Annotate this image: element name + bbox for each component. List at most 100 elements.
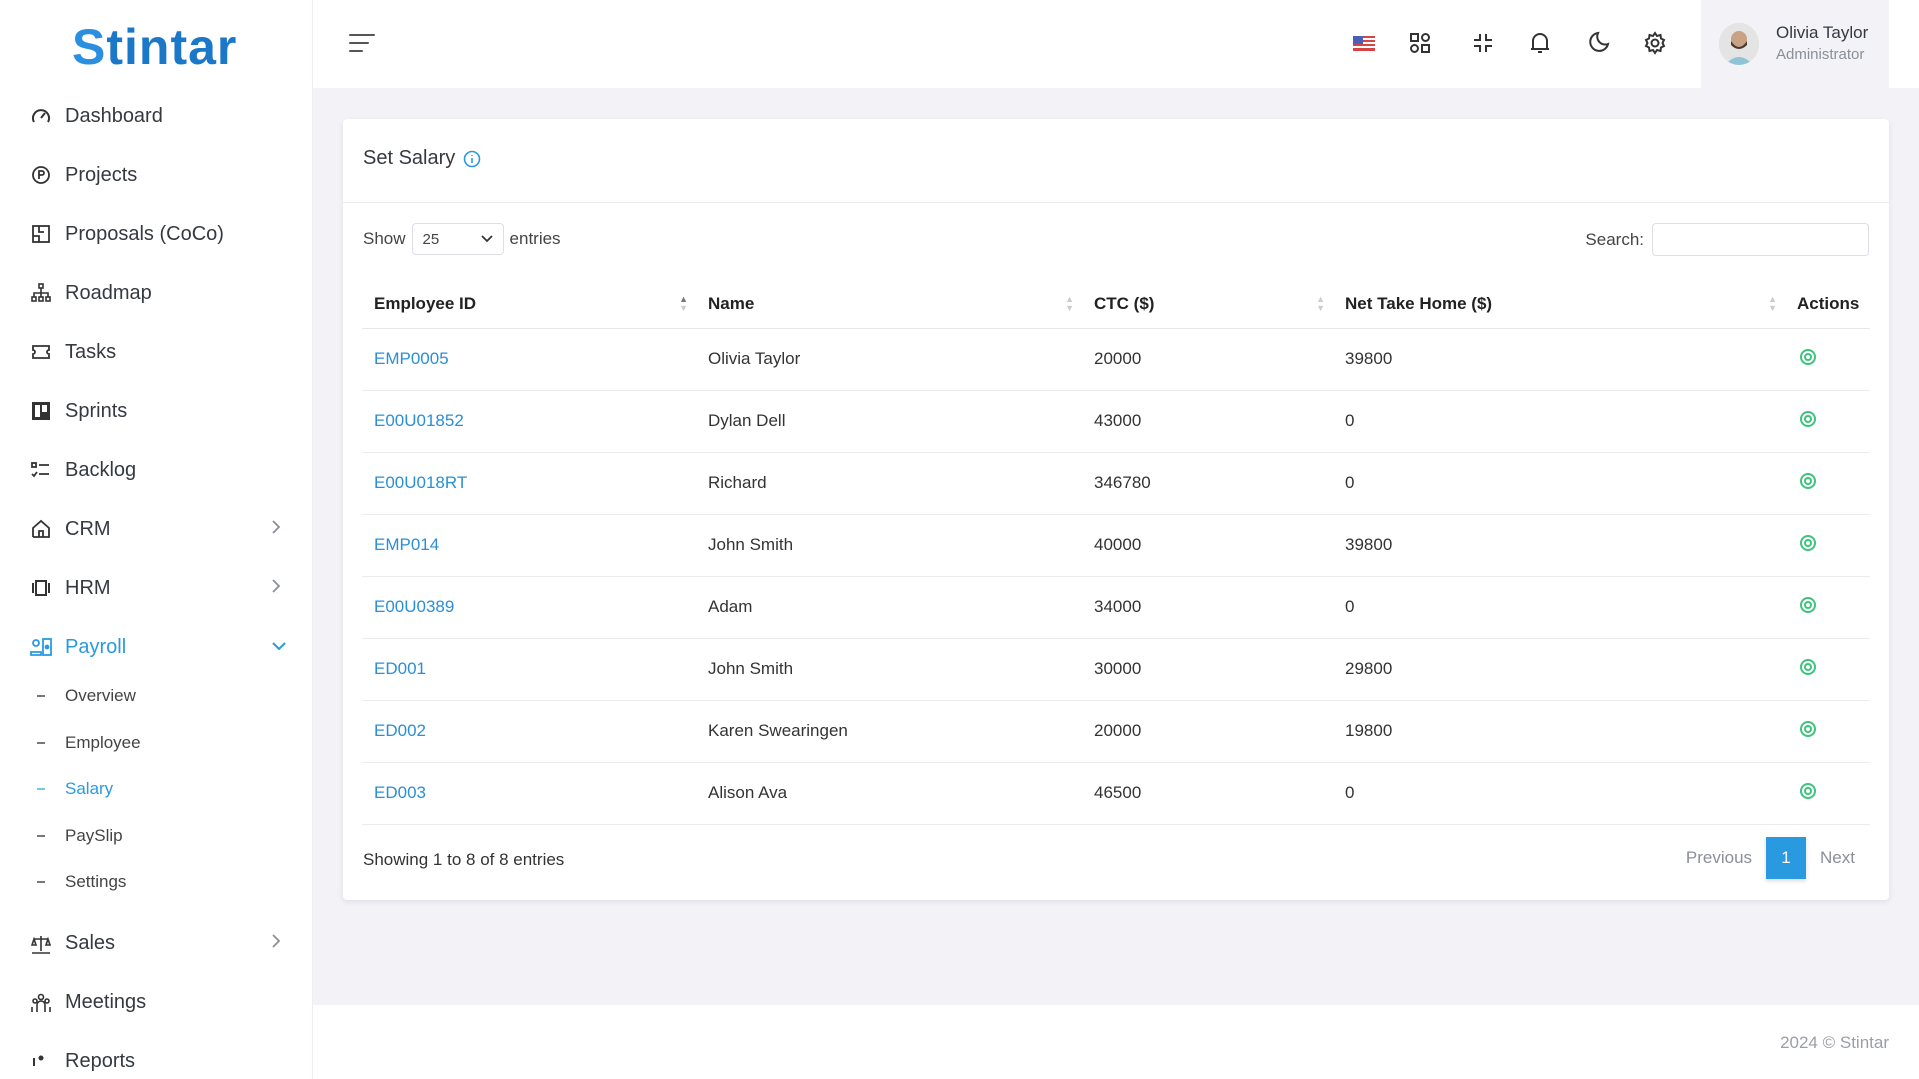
avatar [1719,23,1759,65]
apps-grid-icon[interactable] [1405,28,1435,58]
fullscreen-exit-icon[interactable] [1468,28,1498,58]
employee-id-cell: ED002 [362,700,696,763]
sidebar-item-label: Proposals (CoCo) [65,222,224,245]
view-icon[interactable] [1799,410,1817,433]
employee-id-link[interactable]: E00U0389 [374,597,454,616]
sidebar-item-dashboard[interactable]: Dashboard [0,94,312,138]
sidebar-subitem-label: PaySlip [65,825,123,845]
top-header: 52 Olivia Taylor Administrator [313,0,1919,88]
sidebar-subitem-label: Overview [65,686,136,705]
sort-icon[interactable]: ▲ ▼ [1316,295,1325,313]
sidebar-subitem-overview[interactable]: Overview [0,678,312,714]
sidebar-item-projects[interactable]: Projects [0,153,312,197]
ctc-cell: 30000 [1082,638,1333,701]
column-header-ctc[interactable]: CTC ($) ▲ ▼ [1082,281,1333,329]
next-button[interactable]: Next [1820,848,1855,868]
name-cell: Dylan Dell [696,390,1082,453]
sort-icon[interactable]: ▲ ▼ [679,295,688,313]
sidebar-item-sales[interactable]: Sales [0,922,312,966]
bell-icon[interactable] [1525,28,1555,58]
sidebar-item-hrm[interactable]: HRM [0,566,312,610]
sidebar-subitem-employee[interactable]: Employee [0,725,312,761]
employee-id-link[interactable]: EMP014 [374,535,439,554]
menu-toggle-icon[interactable] [349,34,375,54]
sidebar-subitem-label: Employee [65,732,141,752]
table-row: E00U01852 Dylan Dell 43000 0 [362,390,1870,453]
column-label: Net Take Home ($) [1345,294,1493,314]
view-icon[interactable] [1799,720,1817,743]
dash-icon [37,695,45,697]
payroll-icon [30,636,52,658]
house-hand-icon [30,518,52,540]
employee-id-link[interactable]: ED003 [374,783,426,802]
page-size-select[interactable]: 25 [411,223,504,255]
column-header-net-take-home[interactable]: Net Take Home ($) ▲ ▼ [1333,281,1785,329]
sidebar-item-label: Meetings [65,991,147,1013]
ctc-cell: 346780 [1082,452,1333,515]
user-menu[interactable]: Olivia Taylor Administrator [1701,0,1889,88]
employee-id-cell: EMP014 [362,514,696,577]
pagination: Previous 1 Next [1686,837,1855,879]
view-icon[interactable] [1799,782,1817,805]
net-take-home-cell: 39800 [1333,514,1785,577]
sidebar-item-payroll[interactable]: Payroll [0,625,312,669]
page-1-button[interactable]: 1 [1766,837,1807,879]
search-input[interactable] [1652,223,1869,256]
dash-icon [37,788,45,790]
sidebar-item-meetings[interactable]: Meetings [0,981,312,1025]
moon-icon[interactable] [1583,28,1613,58]
table-row: ED002 Karen Swearingen 20000 19800 [362,700,1870,763]
sidebar-item-label: Payroll [65,635,127,658]
sidebar-item-reports[interactable]: Reports [0,1040,312,1079]
ctc-cell: 43000 [1082,390,1333,453]
view-icon[interactable] [1799,348,1817,371]
sidebar-item-label: Sales [65,932,116,954]
sidebar-item-tasks[interactable]: Tasks [0,330,312,374]
gear-icon[interactable] [1640,28,1670,58]
sidebar-subitem-payslip[interactable]: PaySlip [0,818,312,854]
sidebar-item-crm[interactable]: CRM [0,507,312,551]
actions-cell [1785,700,1870,763]
employee-id-link[interactable]: E00U018RT [374,473,467,492]
column-header-name[interactable]: Name ▲ ▼ [696,281,1082,329]
ctc-cell: 20000 [1082,700,1333,763]
name-cell: Karen Swearingen [696,700,1082,763]
sidebar-item-backlog[interactable]: Backlog [0,448,312,492]
employee-id-link[interactable]: ED001 [374,659,426,678]
sidebar-item-label: Backlog [65,458,137,481]
view-icon[interactable] [1799,472,1817,495]
view-icon[interactable] [1799,534,1817,557]
logo[interactable]: Stintar [72,18,237,76]
sidebar-item-roadmap[interactable]: Roadmap [0,271,312,315]
divider [343,202,1889,203]
page-title: Set Salary [363,147,456,169]
sidebar-subitem-settings[interactable]: Settings [0,864,312,900]
sidebar-item-proposals-coco[interactable]: Proposals (CoCo) [0,212,312,256]
blueprint-icon [30,223,52,245]
table-row: E00U018RT Richard 346780 0 [362,452,1870,515]
previous-button[interactable]: Previous [1686,848,1752,868]
employee-id-cell: ED003 [362,762,696,825]
sidebar-item-sprints[interactable]: Sprints [0,389,312,433]
column-header-employee-id[interactable]: Employee ID ▲ ▼ [362,281,696,329]
sort-icon[interactable]: ▲ ▼ [1065,295,1074,313]
table-row: ED001 John Smith 30000 29800 [362,638,1870,701]
sidebar-item-label: Dashboard [65,104,163,127]
employee-id-link[interactable]: EMP0005 [374,349,449,368]
view-icon[interactable] [1799,596,1817,619]
actions-cell [1785,638,1870,701]
board-icon [30,400,52,422]
employee-id-link[interactable]: ED002 [374,721,426,740]
sidebar-item-label: Tasks [65,340,117,363]
chevron-right-icon [272,934,281,953]
us-flag-icon[interactable] [1349,28,1379,58]
scale-icon [30,933,52,955]
ticket-icon [30,341,52,363]
sidebar-subitem-label: Settings [65,872,127,891]
view-icon[interactable] [1799,658,1817,681]
sidebar-item-label: Projects [65,163,138,186]
info-icon[interactable] [463,150,481,168]
employee-id-link[interactable]: E00U01852 [374,411,464,430]
sidebar-subitem-salary[interactable]: Salary [0,771,312,807]
sort-icon[interactable]: ▲ ▼ [1768,295,1777,313]
